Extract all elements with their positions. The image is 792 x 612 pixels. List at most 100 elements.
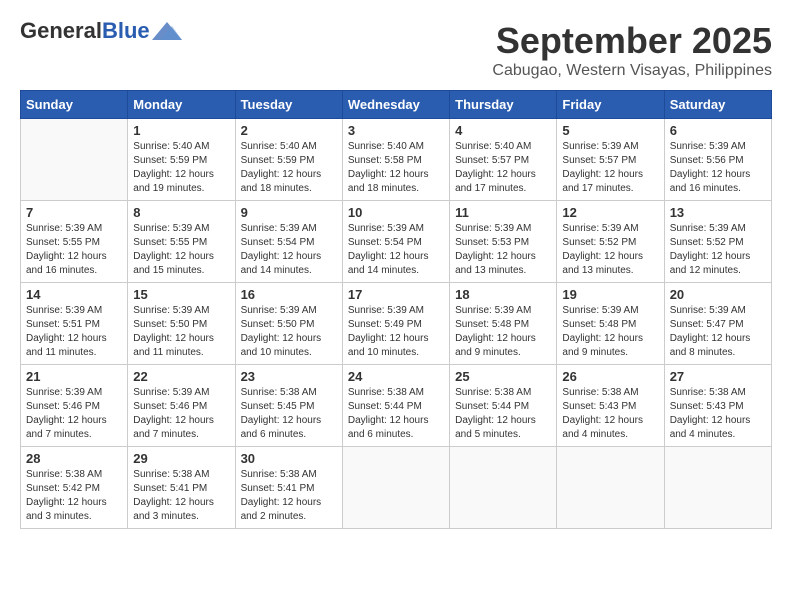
day-info: Sunrise: 5:39 AM Sunset: 5:52 PM Dayligh…	[670, 222, 766, 278]
calendar-day-header: Tuesday	[235, 91, 342, 119]
logo-blue: Blue	[102, 18, 150, 43]
day-number: 29	[133, 451, 229, 466]
title-section: September 2025 Cabugao, Western Visayas,…	[492, 20, 772, 80]
calendar-header-row: SundayMondayTuesdayWednesdayThursdayFrid…	[21, 91, 772, 119]
day-info: Sunrise: 5:39 AM Sunset: 5:51 PM Dayligh…	[26, 304, 122, 360]
day-info: Sunrise: 5:38 AM Sunset: 5:41 PM Dayligh…	[241, 468, 337, 524]
calendar-day-header: Saturday	[664, 91, 771, 119]
day-info: Sunrise: 5:39 AM Sunset: 5:54 PM Dayligh…	[348, 222, 444, 278]
day-number: 8	[133, 205, 229, 220]
day-info: Sunrise: 5:39 AM Sunset: 5:52 PM Dayligh…	[562, 222, 658, 278]
calendar-day-cell: 29 Sunrise: 5:38 AM Sunset: 5:41 PM Dayli…	[128, 447, 235, 529]
calendar-day-cell: 24 Sunrise: 5:38 AM Sunset: 5:44 PM Dayli…	[342, 365, 449, 447]
day-info: Sunrise: 5:38 AM Sunset: 5:43 PM Dayligh…	[562, 386, 658, 442]
day-number: 24	[348, 369, 444, 384]
day-info: Sunrise: 5:39 AM Sunset: 5:50 PM Dayligh…	[133, 304, 229, 360]
calendar-day-cell	[21, 119, 128, 201]
calendar-week-row: 14 Sunrise: 5:39 AM Sunset: 5:51 PM Dayli…	[21, 283, 772, 365]
calendar-day-cell: 7 Sunrise: 5:39 AM Sunset: 5:55 PM Daylig…	[21, 201, 128, 283]
logo: GeneralBlue	[20, 20, 182, 42]
calendar-day-header: Thursday	[450, 91, 557, 119]
day-info: Sunrise: 5:39 AM Sunset: 5:55 PM Dayligh…	[26, 222, 122, 278]
calendar-day-cell: 20Sunrise: 5:39 AM Sunset: 5:47 PM Dayli…	[664, 283, 771, 365]
day-number: 20	[670, 287, 766, 302]
day-number: 17	[348, 287, 444, 302]
calendar-day-cell: 14 Sunrise: 5:39 AM Sunset: 5:51 PM Dayli…	[21, 283, 128, 365]
calendar-day-cell: 12 Sunrise: 5:39 AM Sunset: 5:52 PM Dayli…	[557, 201, 664, 283]
day-info: Sunrise: 5:39 AM Sunset: 5:46 PM Dayligh…	[133, 386, 229, 442]
calendar-day-cell: 6Sunrise: 5:39 AM Sunset: 5:56 PM Daylig…	[664, 119, 771, 201]
calendar-day-cell	[450, 447, 557, 529]
day-number: 27	[670, 369, 766, 384]
calendar-table: SundayMondayTuesdayWednesdayThursdayFrid…	[20, 90, 772, 529]
day-info: Sunrise: 5:39 AM Sunset: 5:48 PM Dayligh…	[455, 304, 551, 360]
calendar-week-row: 1Sunrise: 5:40 AM Sunset: 5:59 PM Daylig…	[21, 119, 772, 201]
calendar-day-cell: 10 Sunrise: 5:39 AM Sunset: 5:54 PM Dayli…	[342, 201, 449, 283]
day-number: 25	[455, 369, 551, 384]
calendar-day-cell	[342, 447, 449, 529]
day-number: 10	[348, 205, 444, 220]
calendar-day-cell: 18 Sunrise: 5:39 AM Sunset: 5:48 PM Dayli…	[450, 283, 557, 365]
day-info: Sunrise: 5:38 AM Sunset: 5:41 PM Dayligh…	[133, 468, 229, 524]
day-info: Sunrise: 5:40 AM Sunset: 5:58 PM Dayligh…	[348, 140, 444, 196]
day-info: Sunrise: 5:38 AM Sunset: 5:45 PM Dayligh…	[241, 386, 337, 442]
calendar-day-cell: 28Sunrise: 5:38 AM Sunset: 5:42 PM Dayli…	[21, 447, 128, 529]
location-subtitle: Cabugao, Western Visayas, Philippines	[492, 62, 772, 80]
logo-general: General	[20, 18, 102, 43]
day-info: Sunrise: 5:39 AM Sunset: 5:56 PM Dayligh…	[670, 140, 766, 196]
calendar-day-cell: 4Sunrise: 5:40 AM Sunset: 5:57 PM Daylig…	[450, 119, 557, 201]
day-number: 22	[133, 369, 229, 384]
calendar-day-header: Wednesday	[342, 91, 449, 119]
calendar-day-cell: 8 Sunrise: 5:39 AM Sunset: 5:55 PM Daylig…	[128, 201, 235, 283]
calendar-day-cell: 30 Sunrise: 5:38 AM Sunset: 5:41 PM Dayli…	[235, 447, 342, 529]
calendar-day-header: Sunday	[21, 91, 128, 119]
calendar-day-cell: 16 Sunrise: 5:39 AM Sunset: 5:50 PM Dayli…	[235, 283, 342, 365]
day-number: 23	[241, 369, 337, 384]
calendar-day-cell: 9 Sunrise: 5:39 AM Sunset: 5:54 PM Daylig…	[235, 201, 342, 283]
calendar-day-cell: 2Sunrise: 5:40 AM Sunset: 5:59 PM Daylig…	[235, 119, 342, 201]
calendar-day-cell: 25Sunrise: 5:38 AM Sunset: 5:44 PM Dayli…	[450, 365, 557, 447]
day-number: 15	[133, 287, 229, 302]
month-title: September 2025	[492, 20, 772, 62]
calendar-day-cell	[557, 447, 664, 529]
calendar-day-header: Friday	[557, 91, 664, 119]
day-info: Sunrise: 5:39 AM Sunset: 5:50 PM Dayligh…	[241, 304, 337, 360]
day-number: 9	[241, 205, 337, 220]
calendar-day-cell: 21Sunrise: 5:39 AM Sunset: 5:46 PM Dayli…	[21, 365, 128, 447]
day-number: 13	[670, 205, 766, 220]
day-info: Sunrise: 5:39 AM Sunset: 5:54 PM Dayligh…	[241, 222, 337, 278]
day-number: 12	[562, 205, 658, 220]
day-number: 14	[26, 287, 122, 302]
logo-icon	[152, 22, 182, 40]
calendar-day-cell: 26Sunrise: 5:38 AM Sunset: 5:43 PM Dayli…	[557, 365, 664, 447]
day-info: Sunrise: 5:39 AM Sunset: 5:48 PM Dayligh…	[562, 304, 658, 360]
day-number: 30	[241, 451, 337, 466]
day-info: Sunrise: 5:38 AM Sunset: 5:44 PM Dayligh…	[348, 386, 444, 442]
day-number: 1	[133, 123, 229, 138]
day-number: 16	[241, 287, 337, 302]
calendar-day-cell: 1Sunrise: 5:40 AM Sunset: 5:59 PM Daylig…	[128, 119, 235, 201]
calendar-day-cell: 11Sunrise: 5:39 AM Sunset: 5:53 PM Dayli…	[450, 201, 557, 283]
day-info: Sunrise: 5:39 AM Sunset: 5:53 PM Dayligh…	[455, 222, 551, 278]
page-header: GeneralBlue September 2025 Cabugao, West…	[20, 20, 772, 80]
day-info: Sunrise: 5:39 AM Sunset: 5:49 PM Dayligh…	[348, 304, 444, 360]
day-info: Sunrise: 5:40 AM Sunset: 5:57 PM Dayligh…	[455, 140, 551, 196]
calendar-day-cell: 22 Sunrise: 5:39 AM Sunset: 5:46 PM Dayli…	[128, 365, 235, 447]
calendar-week-row: 28Sunrise: 5:38 AM Sunset: 5:42 PM Dayli…	[21, 447, 772, 529]
calendar-day-header: Monday	[128, 91, 235, 119]
calendar-day-cell	[664, 447, 771, 529]
day-info: Sunrise: 5:39 AM Sunset: 5:55 PM Dayligh…	[133, 222, 229, 278]
logo-text: GeneralBlue	[20, 20, 150, 42]
day-number: 5	[562, 123, 658, 138]
calendar-day-cell: 27 Sunrise: 5:38 AM Sunset: 5:43 PM Dayli…	[664, 365, 771, 447]
calendar-week-row: 7 Sunrise: 5:39 AM Sunset: 5:55 PM Daylig…	[21, 201, 772, 283]
day-info: Sunrise: 5:39 AM Sunset: 5:57 PM Dayligh…	[562, 140, 658, 196]
calendar-day-cell: 3Sunrise: 5:40 AM Sunset: 5:58 PM Daylig…	[342, 119, 449, 201]
day-number: 18	[455, 287, 551, 302]
calendar-day-cell: 15 Sunrise: 5:39 AM Sunset: 5:50 PM Dayli…	[128, 283, 235, 365]
day-number: 21	[26, 369, 122, 384]
day-info: Sunrise: 5:38 AM Sunset: 5:43 PM Dayligh…	[670, 386, 766, 442]
calendar-day-cell: 23 Sunrise: 5:38 AM Sunset: 5:45 PM Dayli…	[235, 365, 342, 447]
calendar-day-cell: 5 Sunrise: 5:39 AM Sunset: 5:57 PM Daylig…	[557, 119, 664, 201]
day-number: 7	[26, 205, 122, 220]
